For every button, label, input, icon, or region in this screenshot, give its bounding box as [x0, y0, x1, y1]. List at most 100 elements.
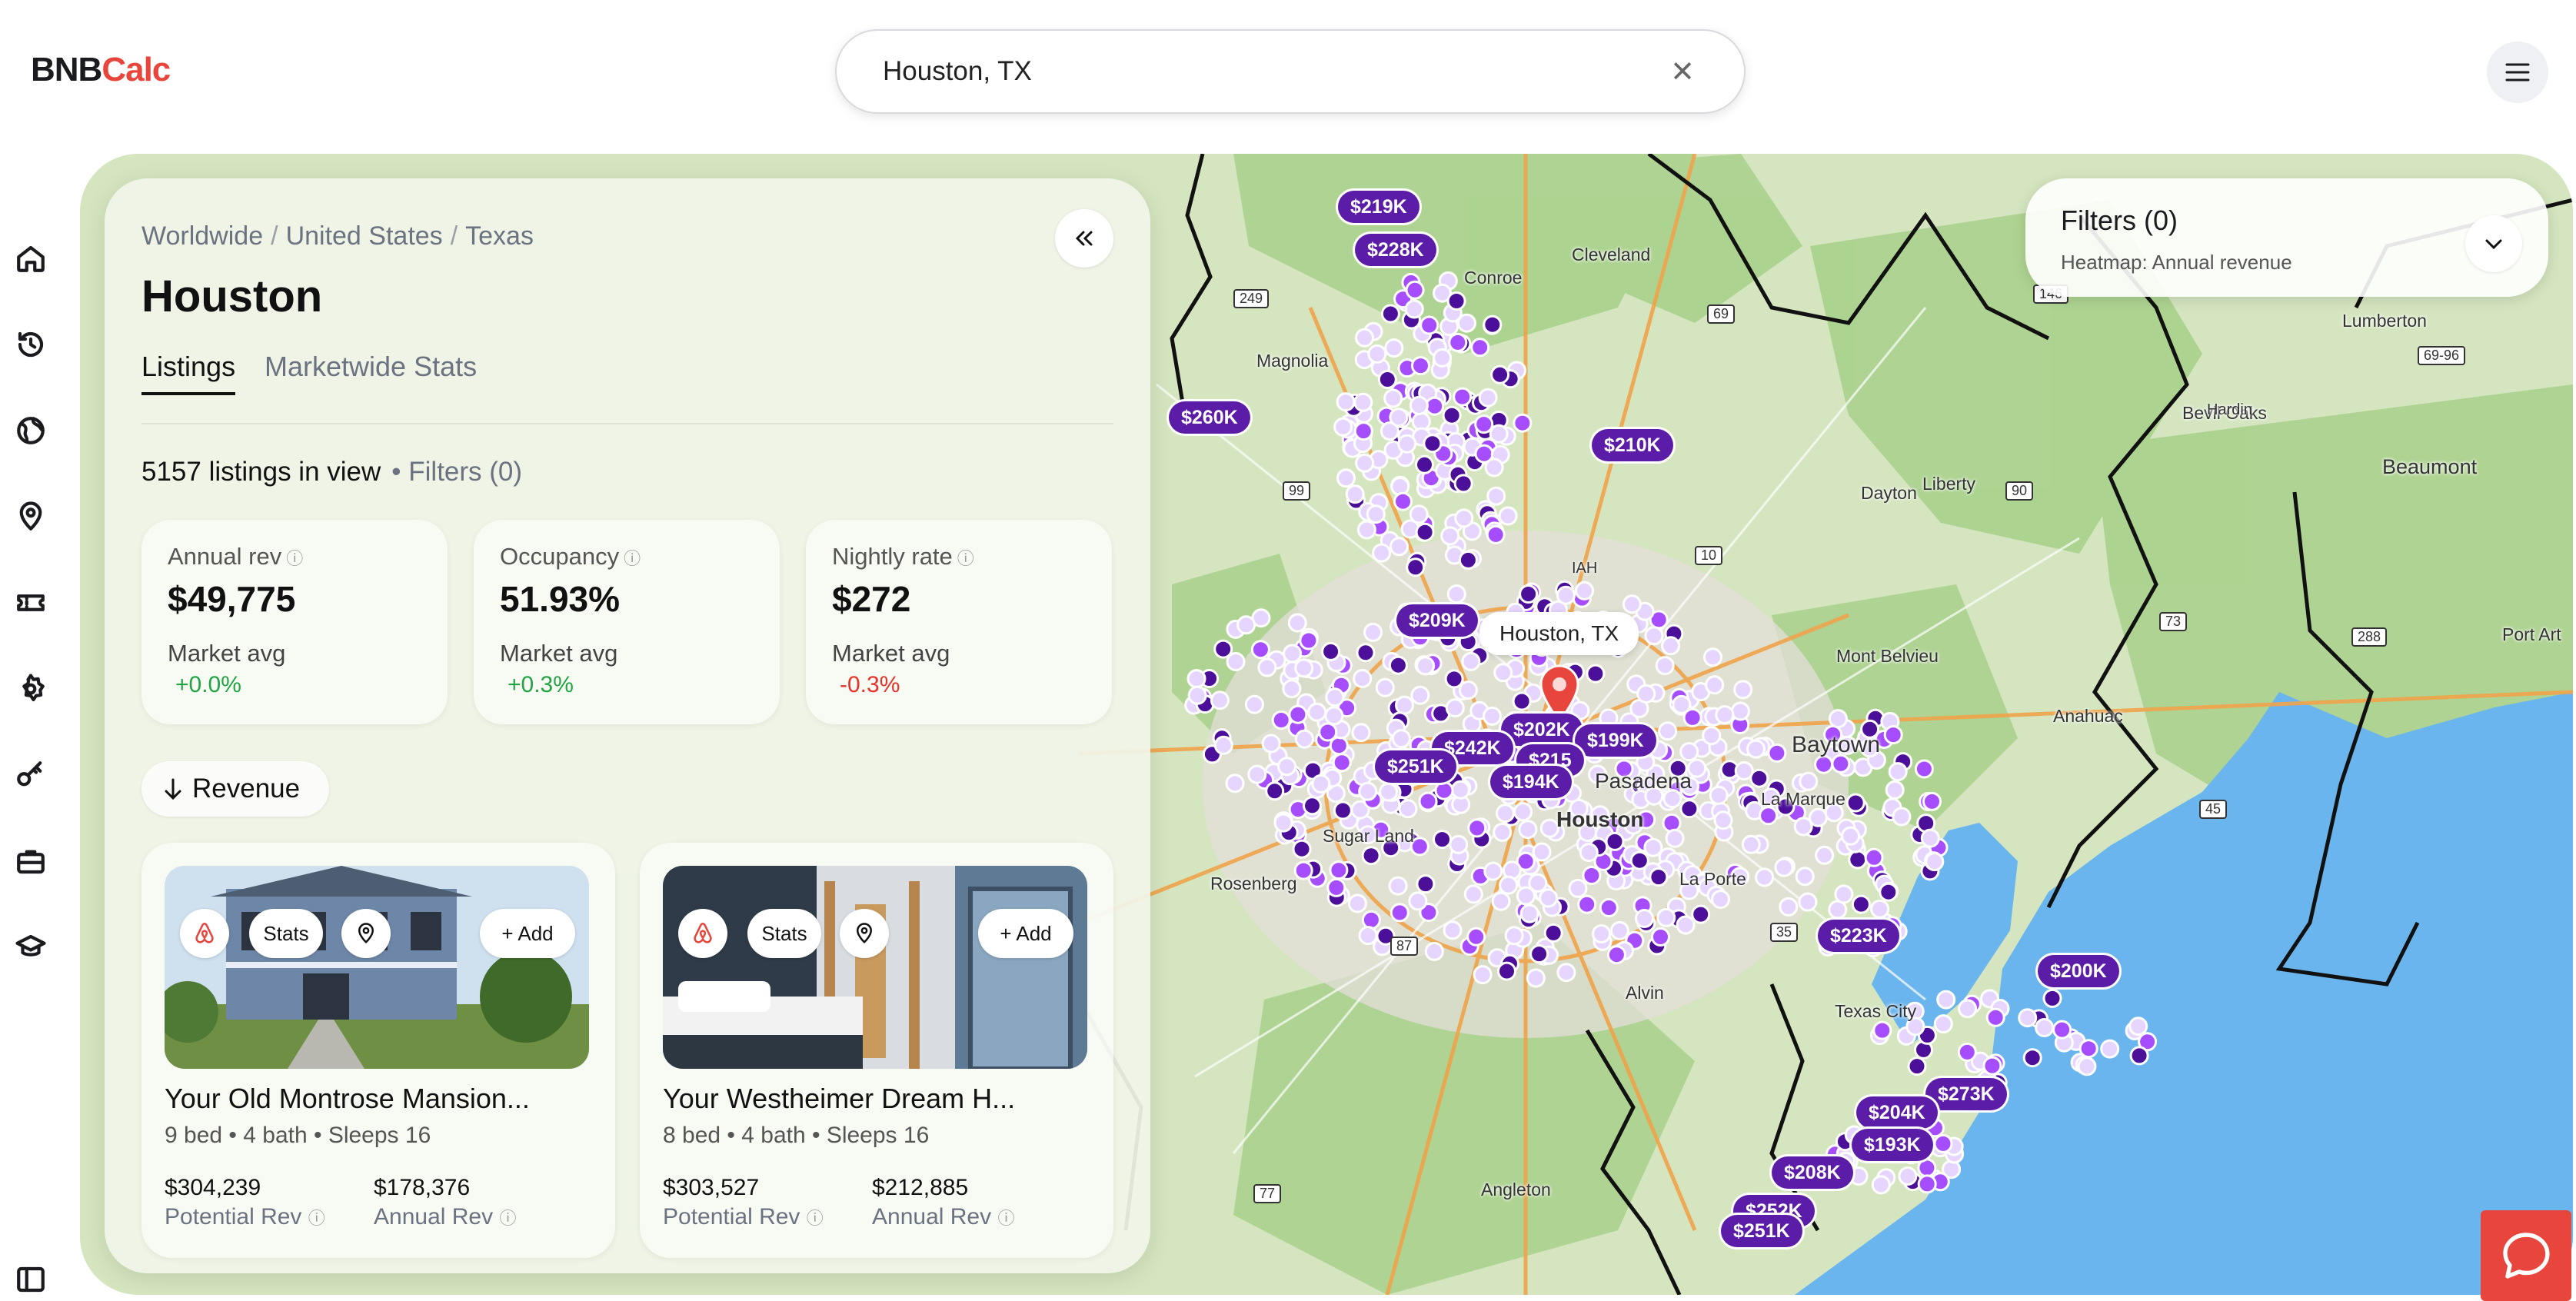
info-icon[interactable]: ⓘ — [957, 549, 974, 568]
filters-link[interactable]: • Filters (0) — [391, 457, 522, 487]
listing-dot — [1936, 990, 1956, 1010]
listing-dot — [1361, 846, 1381, 866]
app-logo[interactable]: BNBCalc — [31, 51, 171, 89]
chevron-down-icon[interactable] — [2465, 215, 2522, 272]
price-pin[interactable]: $209K — [1396, 604, 1478, 637]
road-shield: 35 — [1770, 923, 1799, 942]
listing-dot — [1236, 615, 1256, 635]
listing-dot — [1453, 387, 1473, 407]
location-pin-icon[interactable] — [840, 909, 889, 958]
history-icon[interactable] — [11, 324, 51, 364]
listing-meta: 9 bed • 4 bath • Sleeps 16 — [165, 1123, 431, 1148]
double-chevron-left-icon — [1075, 231, 1093, 246]
tab-marketwide-stats[interactable]: Marketwide Stats — [265, 351, 477, 383]
price-pin[interactable]: $223K — [1818, 920, 1899, 952]
settings-icon[interactable] — [11, 669, 51, 709]
listing-dot — [1513, 802, 1533, 822]
place-label: Cleveland — [1572, 245, 1651, 265]
listing-dot — [1888, 762, 1908, 782]
listing-card[interactable]: Stats + Add Your Old Montrose Mansion...… — [141, 843, 615, 1258]
price-pin[interactable]: $200K — [2038, 955, 2119, 987]
listing-dot — [1957, 1042, 1977, 1062]
listing-dot — [1271, 710, 1291, 730]
price-pin[interactable]: $202K — [1501, 714, 1583, 746]
price-pin[interactable]: $204K — [1856, 1096, 1938, 1129]
listing-dot — [2022, 1048, 2042, 1068]
annual-rev-value: $212,885 — [872, 1175, 969, 1200]
listing-dot — [1702, 726, 1722, 746]
price-pin[interactable]: $219K — [1338, 191, 1419, 223]
sort-revenue-button[interactable]: Revenue — [141, 761, 329, 817]
info-icon[interactable]: ⓘ — [807, 1209, 824, 1228]
ticket-icon[interactable] — [11, 583, 51, 623]
price-pin[interactable]: $208K — [1772, 1156, 1853, 1189]
price-pin[interactable]: $260K — [1169, 401, 1250, 434]
price-pin[interactable]: $273K — [1925, 1078, 2007, 1110]
chat-button[interactable] — [2481, 1210, 2571, 1301]
collapse-panel-button[interactable] — [1055, 209, 1113, 268]
add-button[interactable]: + Add — [480, 909, 575, 958]
listing-dot — [2018, 1008, 2038, 1028]
info-icon[interactable]: ⓘ — [308, 1209, 325, 1228]
price-pin[interactable]: $199K — [1575, 724, 1656, 757]
location-pin-icon[interactable] — [11, 497, 51, 537]
key-icon[interactable] — [11, 755, 51, 795]
info-icon[interactable]: ⓘ — [286, 549, 303, 568]
listing-dot — [1409, 395, 1429, 415]
airbnb-icon[interactable] — [180, 909, 229, 958]
listing-dot — [1798, 892, 1818, 912]
info-icon[interactable]: ⓘ — [997, 1209, 1014, 1228]
listing-photo[interactable]: Stats + Add — [165, 866, 589, 1069]
listing-dot — [1658, 721, 1678, 741]
location-search[interactable]: Houston, TX ✕ — [835, 29, 1746, 114]
listing-dot — [1491, 891, 1511, 911]
info-icon[interactable]: ⓘ — [499, 1209, 516, 1228]
stats-button[interactable]: Stats — [747, 909, 821, 958]
price-pin[interactable]: $251K — [1375, 750, 1456, 783]
listing-dot — [1333, 800, 1353, 820]
listing-dot — [1443, 920, 1463, 940]
listing-dot — [1433, 830, 1452, 850]
briefcase-icon[interactable] — [11, 841, 51, 881]
listing-dot — [1933, 1014, 1953, 1034]
sidebar-toggle-icon[interactable] — [11, 1259, 51, 1299]
listing-dot — [1679, 742, 1699, 762]
price-pin[interactable]: $228K — [1355, 234, 1436, 266]
tab-listings[interactable]: Listings — [141, 351, 236, 395]
price-pin[interactable]: $193K — [1852, 1129, 1933, 1161]
road-shield: 10 — [1695, 546, 1723, 565]
listing-dot — [1367, 344, 1387, 364]
filters-panel[interactable]: Filters (0) Heatmap: Annual revenue — [2025, 178, 2548, 297]
airbnb-icon[interactable] — [678, 909, 727, 958]
stat-delta: +0.3% — [508, 672, 574, 697]
listing-title[interactable]: Your Westheimer Dream H... — [663, 1083, 1015, 1115]
home-icon[interactable] — [11, 238, 51, 278]
location-callout[interactable]: Houston, TX — [1479, 612, 1639, 655]
listing-photo[interactable]: Stats + Add — [663, 866, 1087, 1069]
price-pin[interactable]: $210K — [1592, 429, 1673, 461]
globe-icon[interactable] — [11, 411, 51, 451]
price-pin[interactable]: $251K — [1721, 1215, 1802, 1247]
breadcrumb-state[interactable]: Texas — [465, 221, 534, 251]
location-pin-icon[interactable] — [341, 909, 391, 958]
place-label: Beaumont — [2382, 455, 2478, 478]
stats-button[interactable]: Stats — [249, 909, 323, 958]
listing-card[interactable]: Stats + Add Your Westheimer Dream H... 8… — [640, 843, 1113, 1258]
breadcrumb-country[interactable]: United States — [286, 221, 443, 251]
listing-dot — [1925, 852, 1945, 872]
close-icon[interactable]: ✕ — [1667, 55, 1698, 89]
listing-dot — [1434, 780, 1454, 800]
graduation-cap-icon[interactable] — [11, 927, 51, 967]
add-button[interactable]: + Add — [978, 909, 1073, 958]
price-pin[interactable]: $194K — [1490, 766, 1572, 798]
listing-dot — [1556, 585, 1576, 605]
breadcrumb-worldwide[interactable]: Worldwide — [141, 221, 263, 251]
search-input[interactable]: Houston, TX — [883, 56, 1667, 87]
listing-dot — [1288, 704, 1308, 724]
menu-button[interactable] — [2487, 42, 2548, 103]
listing-title[interactable]: Your Old Montrose Mansion... — [165, 1083, 530, 1115]
listing-dot — [1449, 834, 1469, 854]
stat-delta: +0.0% — [175, 672, 241, 697]
listing-dot — [1442, 405, 1462, 425]
info-icon[interactable]: ⓘ — [624, 549, 641, 568]
